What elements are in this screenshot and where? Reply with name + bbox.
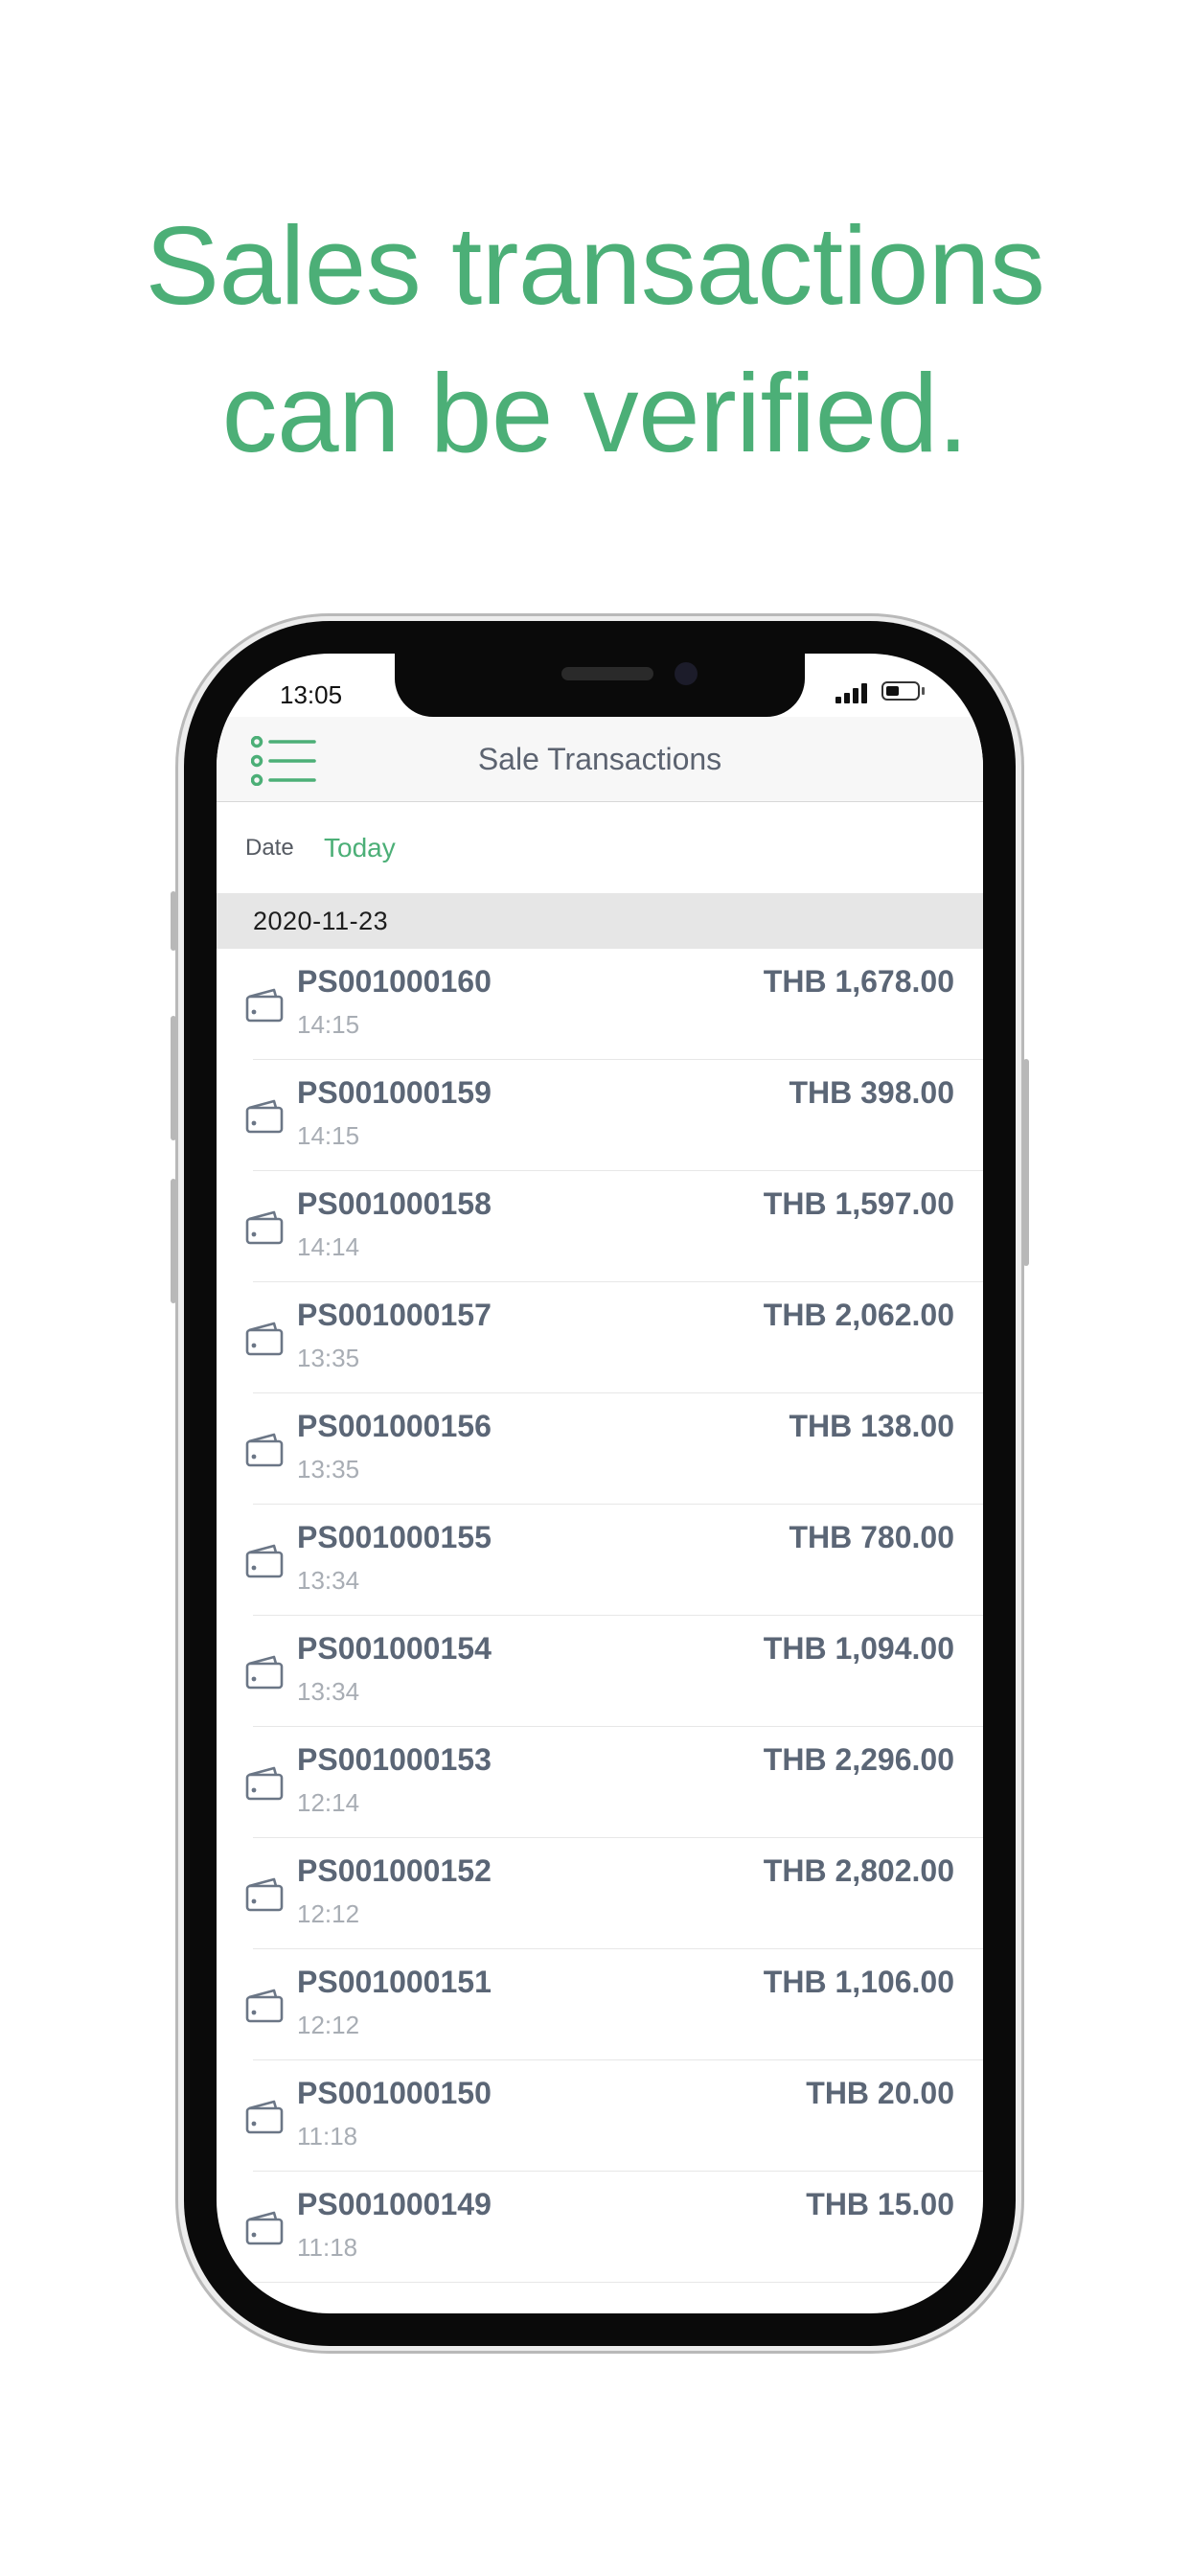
transaction-list: PS001000160 14:15 THB 1,678.00 PS0010001… [217,949,983,2283]
transaction-row[interactable]: PS001000157 13:35 THB 2,062.00 [217,1282,983,1393]
wallet-icon [245,2099,286,2135]
headline-line-1: Sales transactions [145,203,1045,328]
headline: Sales transactions can be verified. [0,192,1190,487]
wallet-icon [245,1098,286,1135]
headline-line-2: can be verified. [221,351,969,475]
transaction-time: 12:12 [297,1899,360,1928]
volume-up-button [171,1016,176,1140]
notch [395,654,805,717]
transaction-time: 14:15 [297,1010,360,1039]
transaction-row[interactable]: PS001000149 11:18 THB 15.00 [217,2172,983,2283]
transaction-row[interactable]: PS001000153 12:14 THB 2,296.00 [217,1727,983,1838]
power-button [1023,1059,1029,1266]
date-filter-label: Date [245,835,294,861]
silent-switch [171,891,176,951]
transaction-id: PS001000159 [297,1075,492,1110]
transaction-id: PS001000154 [297,1631,492,1666]
status-time: 13:05 [280,680,343,709]
volume-down-button [171,1179,176,1303]
navigation-bar: Sale Transactions [217,717,983,802]
transaction-id: PS001000158 [297,1186,492,1221]
page-title: Sale Transactions [477,742,722,776]
transaction-amount: THB 15.00 [806,2187,954,2221]
battery-cap [922,687,925,695]
transaction-time: 11:18 [297,2122,358,2150]
transaction-amount: THB 2,296.00 [763,1742,954,1777]
date-filter-row[interactable]: Date Today [217,802,983,892]
transaction-row[interactable]: PS001000151 12:12 THB 1,106.00 [217,1949,983,2060]
transaction-amount: THB 1,678.00 [763,964,954,999]
transaction-id: PS001000157 [297,1298,492,1332]
transaction-amount: THB 138.00 [789,1409,954,1443]
transaction-id: PS001000149 [297,2187,492,2221]
transaction-id: PS001000156 [297,1409,492,1443]
wallet-icon [245,1321,286,1357]
transaction-id: PS001000152 [297,1853,492,1888]
transaction-time: 14:15 [297,1121,360,1150]
transaction-row[interactable]: PS001000158 14:14 THB 1,597.00 [217,1171,983,1282]
transaction-time: 14:14 [297,1232,360,1261]
section-date-header: 2020-11-23 [217,893,983,949]
transaction-amount: THB 2,062.00 [763,1298,954,1332]
transaction-row[interactable]: PS001000160 14:15 THB 1,678.00 [217,949,983,1060]
list-menu-icon[interactable] [250,735,320,787]
transaction-time: 12:14 [297,1788,360,1817]
transaction-time: 13:34 [297,1677,360,1706]
transaction-time: 13:34 [297,1566,360,1595]
transaction-row[interactable]: PS001000150 11:18 THB 20.00 [217,2060,983,2172]
transaction-row[interactable]: PS001000152 12:12 THB 2,802.00 [217,1838,983,1949]
transaction-amount: THB 20.00 [806,2076,954,2110]
transaction-amount: THB 1,094.00 [763,1631,954,1666]
transaction-id: PS001000151 [297,1965,492,1999]
transaction-row[interactable]: PS001000155 13:34 THB 780.00 [217,1505,983,1616]
date-filter-value[interactable]: Today [324,833,396,863]
wallet-icon [245,1876,286,1913]
battery-icon [881,681,920,701]
front-camera [675,662,698,685]
wallet-icon [245,1654,286,1690]
wallet-icon [245,1543,286,1579]
transaction-row[interactable]: PS001000156 13:35 THB 138.00 [217,1393,983,1505]
wallet-icon [245,1432,286,1468]
transaction-id: PS001000155 [297,1520,492,1554]
transaction-amount: THB 1,106.00 [763,1965,954,1999]
row-divider [253,2282,983,2283]
wallet-icon [245,1765,286,1802]
transaction-amount: THB 780.00 [789,1520,954,1554]
section-date: 2020-11-23 [253,907,389,935]
transaction-id: PS001000150 [297,2076,492,2110]
transaction-row[interactable]: PS001000154 13:34 THB 1,094.00 [217,1616,983,1727]
wallet-icon [245,1209,286,1246]
transaction-id: PS001000153 [297,1742,492,1777]
transaction-time: 13:35 [297,1344,360,1372]
transaction-time: 13:35 [297,1455,360,1484]
transaction-id: PS001000160 [297,964,492,999]
wallet-icon [245,2210,286,2246]
signal-icon [835,682,872,703]
wallet-icon [245,1988,286,2024]
transaction-amount: THB 398.00 [789,1075,954,1110]
speaker-grille [561,667,653,680]
transaction-row[interactable]: PS001000159 14:15 THB 398.00 [217,1060,983,1171]
phone-screen: 13:05 Sale Transactions Date Today 2020-… [217,654,983,2313]
transaction-amount: THB 2,802.00 [763,1853,954,1888]
transaction-time: 11:18 [297,2233,358,2262]
transaction-amount: THB 1,597.00 [763,1186,954,1221]
wallet-icon [245,987,286,1024]
transaction-time: 12:12 [297,2011,360,2039]
